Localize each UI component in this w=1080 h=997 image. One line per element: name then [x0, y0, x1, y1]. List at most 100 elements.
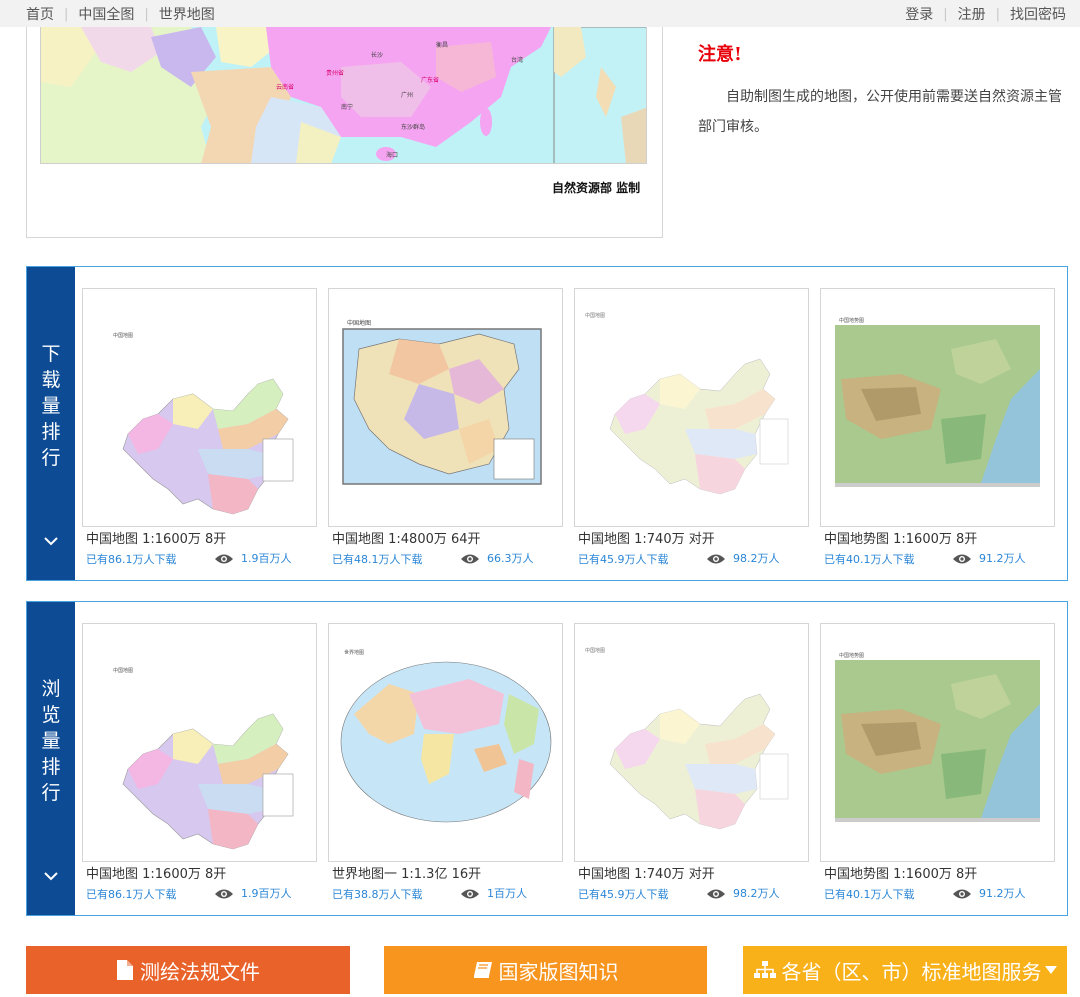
book-icon [473, 962, 492, 978]
download-count: 已有38.8万人下载 [332, 888, 423, 901]
download-ranking-title: 下 载 量 排 行 [41, 343, 61, 469]
register-link[interactable]: 注册 [958, 4, 986, 24]
map-card[interactable]: 中国地图中国地图 1:740万 对开已有45.9万人下载 98.2万人 [574, 288, 809, 570]
chevron-down-icon[interactable] [41, 866, 61, 886]
map-card[interactable]: 中国地图中国地图 1:4800万 64开已有48.1万人下载 66.3万人 [328, 288, 563, 570]
map-card[interactable]: 中国地图中国地图 1:1600万 8开已有86.1万人下载 1.9百万人 [82, 288, 317, 570]
svg-text:中国地势图: 中国地势图 [839, 317, 864, 324]
eye-icon [461, 889, 479, 899]
view-count-label: 1.9百万人 [241, 887, 292, 900]
view-count: 91.2万人 [952, 884, 1026, 904]
notice-title: 注意! [698, 44, 742, 65]
surveying-laws-label: 测绘法规文件 [140, 959, 260, 984]
login-link[interactable]: 登录 [905, 4, 933, 24]
hero-china-map[interactable]: 长沙 衡昌 广州 南宁 东沙群岛 台湾 海口 广东省 贵州省 云南省 [40, 27, 647, 164]
view-count-label: 91.2万人 [979, 552, 1026, 565]
view-count: 66.3万人 [460, 549, 534, 569]
nav-divider: | [943, 6, 948, 22]
national-territory-knowledge-button[interactable]: 国家版图知识 [384, 946, 707, 994]
view-count-label: 1.9百万人 [241, 552, 292, 565]
download-count: 已有86.1万人下载 [86, 888, 177, 901]
map-card[interactable]: 中国地势图中国地势图 1:1600万 8开已有40.1万人下载 91.2万人 [820, 288, 1055, 570]
map-card[interactable]: 世界地图世界地图一 1:1.3亿 16开已有38.8万人下载 1百万人 [328, 623, 563, 905]
eye-icon [707, 889, 725, 899]
eye-icon [215, 554, 233, 564]
eye-icon [707, 554, 725, 564]
map-stats: 已有45.9万人下载 98.2万人 [574, 885, 809, 905]
map-stats: 已有86.1万人下载 1.9百万人 [82, 885, 317, 905]
view-count-label: 91.2万人 [979, 887, 1026, 900]
nav-divider: | [144, 6, 149, 22]
nav-world-map-link[interactable]: 世界地图 [159, 4, 215, 24]
map-stats: 已有40.1万人下载 91.2万人 [820, 885, 1055, 905]
download-ranking-tab: 下 载 量 排 行 [27, 267, 75, 580]
map-thumbnail[interactable]: 世界地图 [328, 623, 563, 862]
view-count: 1百万人 [460, 884, 527, 904]
map-stats: 已有48.1万人下载 66.3万人 [328, 550, 563, 570]
download-count: 已有40.1万人下载 [824, 553, 915, 566]
map-thumbnail[interactable]: 中国地图 [574, 623, 809, 862]
svg-text:中国地图: 中国地图 [113, 667, 133, 674]
svg-text:广州: 广州 [401, 91, 413, 99]
map-title[interactable]: 中国地图 1:740万 对开 [574, 530, 809, 550]
view-count: 98.2万人 [706, 549, 780, 569]
svg-text:衡昌: 衡昌 [436, 41, 448, 49]
eye-icon [461, 554, 479, 564]
view-count-label: 98.2万人 [733, 887, 780, 900]
surveying-laws-button[interactable]: 测绘法规文件 [26, 946, 350, 994]
province-map-service-label: 各省（区、市）标准地图服务 [781, 959, 1042, 984]
recover-password-link[interactable]: 找回密码 [1010, 4, 1066, 24]
download-count: 已有86.1万人下载 [86, 553, 177, 566]
svg-text:中国地图: 中国地图 [113, 332, 133, 339]
download-count: 已有48.1万人下载 [332, 553, 423, 566]
map-thumbnail[interactable]: 中国地势图 [820, 623, 1055, 862]
view-count: 91.2万人 [952, 549, 1026, 569]
map-thumbnail[interactable]: 中国地图 [82, 623, 317, 862]
svg-text:中国地图: 中国地图 [347, 319, 371, 327]
map-title[interactable]: 中国地势图 1:1600万 8开 [820, 530, 1055, 550]
top-nav: 首页 | 中国全图 | 世界地图 登录 | 注册 | 找回密码 [0, 0, 1080, 27]
map-thumbnail[interactable]: 中国地图 [82, 288, 317, 527]
svg-text:台湾: 台湾 [511, 56, 523, 64]
svg-text:中国地图: 中国地图 [585, 312, 605, 319]
nav-home-link[interactable]: 首页 [26, 4, 54, 24]
file-icon [117, 960, 133, 980]
province-map-service-button[interactable]: 各省（区、市）标准地图服务 [743, 946, 1067, 994]
eye-icon [215, 889, 233, 899]
svg-text:贵州省: 贵州省 [326, 69, 344, 77]
account-nav: 登录 | 注册 | 找回密码 [905, 4, 1066, 24]
map-thumbnail[interactable]: 中国地图 [328, 288, 563, 527]
map-credit: 自然资源部 监制 [552, 181, 641, 195]
map-stats: 已有45.9万人下载 98.2万人 [574, 550, 809, 570]
map-title[interactable]: 世界地图一 1:1.3亿 16开 [328, 865, 563, 885]
download-count: 已有45.9万人下载 [578, 888, 669, 901]
map-title[interactable]: 中国地图 1:1600万 8开 [82, 865, 317, 885]
download-count: 已有45.9万人下载 [578, 553, 669, 566]
view-count-label: 66.3万人 [487, 552, 534, 565]
map-title[interactable]: 中国地势图 1:1600万 8开 [820, 865, 1055, 885]
map-title[interactable]: 中国地图 1:1600万 8开 [82, 530, 317, 550]
map-thumbnail[interactable]: 中国地图 [574, 288, 809, 527]
map-title[interactable]: 中国地图 1:4800万 64开 [328, 530, 563, 550]
svg-text:世界地图: 世界地图 [344, 649, 364, 656]
eye-icon [953, 554, 971, 564]
svg-text:中国地图: 中国地图 [585, 647, 605, 654]
map-card[interactable]: 中国地图中国地图 1:740万 对开已有45.9万人下载 98.2万人 [574, 623, 809, 905]
caret-down-icon [1044, 966, 1057, 974]
view-count: 1.9百万人 [214, 884, 292, 904]
nav-divider: | [995, 6, 1000, 22]
map-title[interactable]: 中国地图 1:740万 对开 [574, 865, 809, 885]
chevron-down-icon[interactable] [41, 531, 61, 551]
sitemap-icon [753, 961, 776, 978]
view-ranking-title: 浏 览 量 排 行 [41, 678, 61, 804]
view-ranking-tab: 浏 览 量 排 行 [27, 602, 75, 915]
nav-china-map-link[interactable]: 中国全图 [78, 4, 134, 24]
view-count-label: 98.2万人 [733, 552, 780, 565]
map-card[interactable]: 中国地势图中国地势图 1:1600万 8开已有40.1万人下载 91.2万人 [820, 623, 1055, 905]
svg-text:广东省: 广东省 [421, 76, 439, 84]
view-ranking-panel: 浏 览 量 排 行 中国地图中国地图 1:1600万 8开已有86.1万人下载 1… [26, 601, 1068, 916]
svg-text:云南省: 云南省 [276, 83, 294, 91]
map-thumbnail[interactable]: 中国地势图 [820, 288, 1055, 527]
map-card[interactable]: 中国地图中国地图 1:1600万 8开已有86.1万人下载 1.9百万人 [82, 623, 317, 905]
download-count: 已有40.1万人下载 [824, 888, 915, 901]
